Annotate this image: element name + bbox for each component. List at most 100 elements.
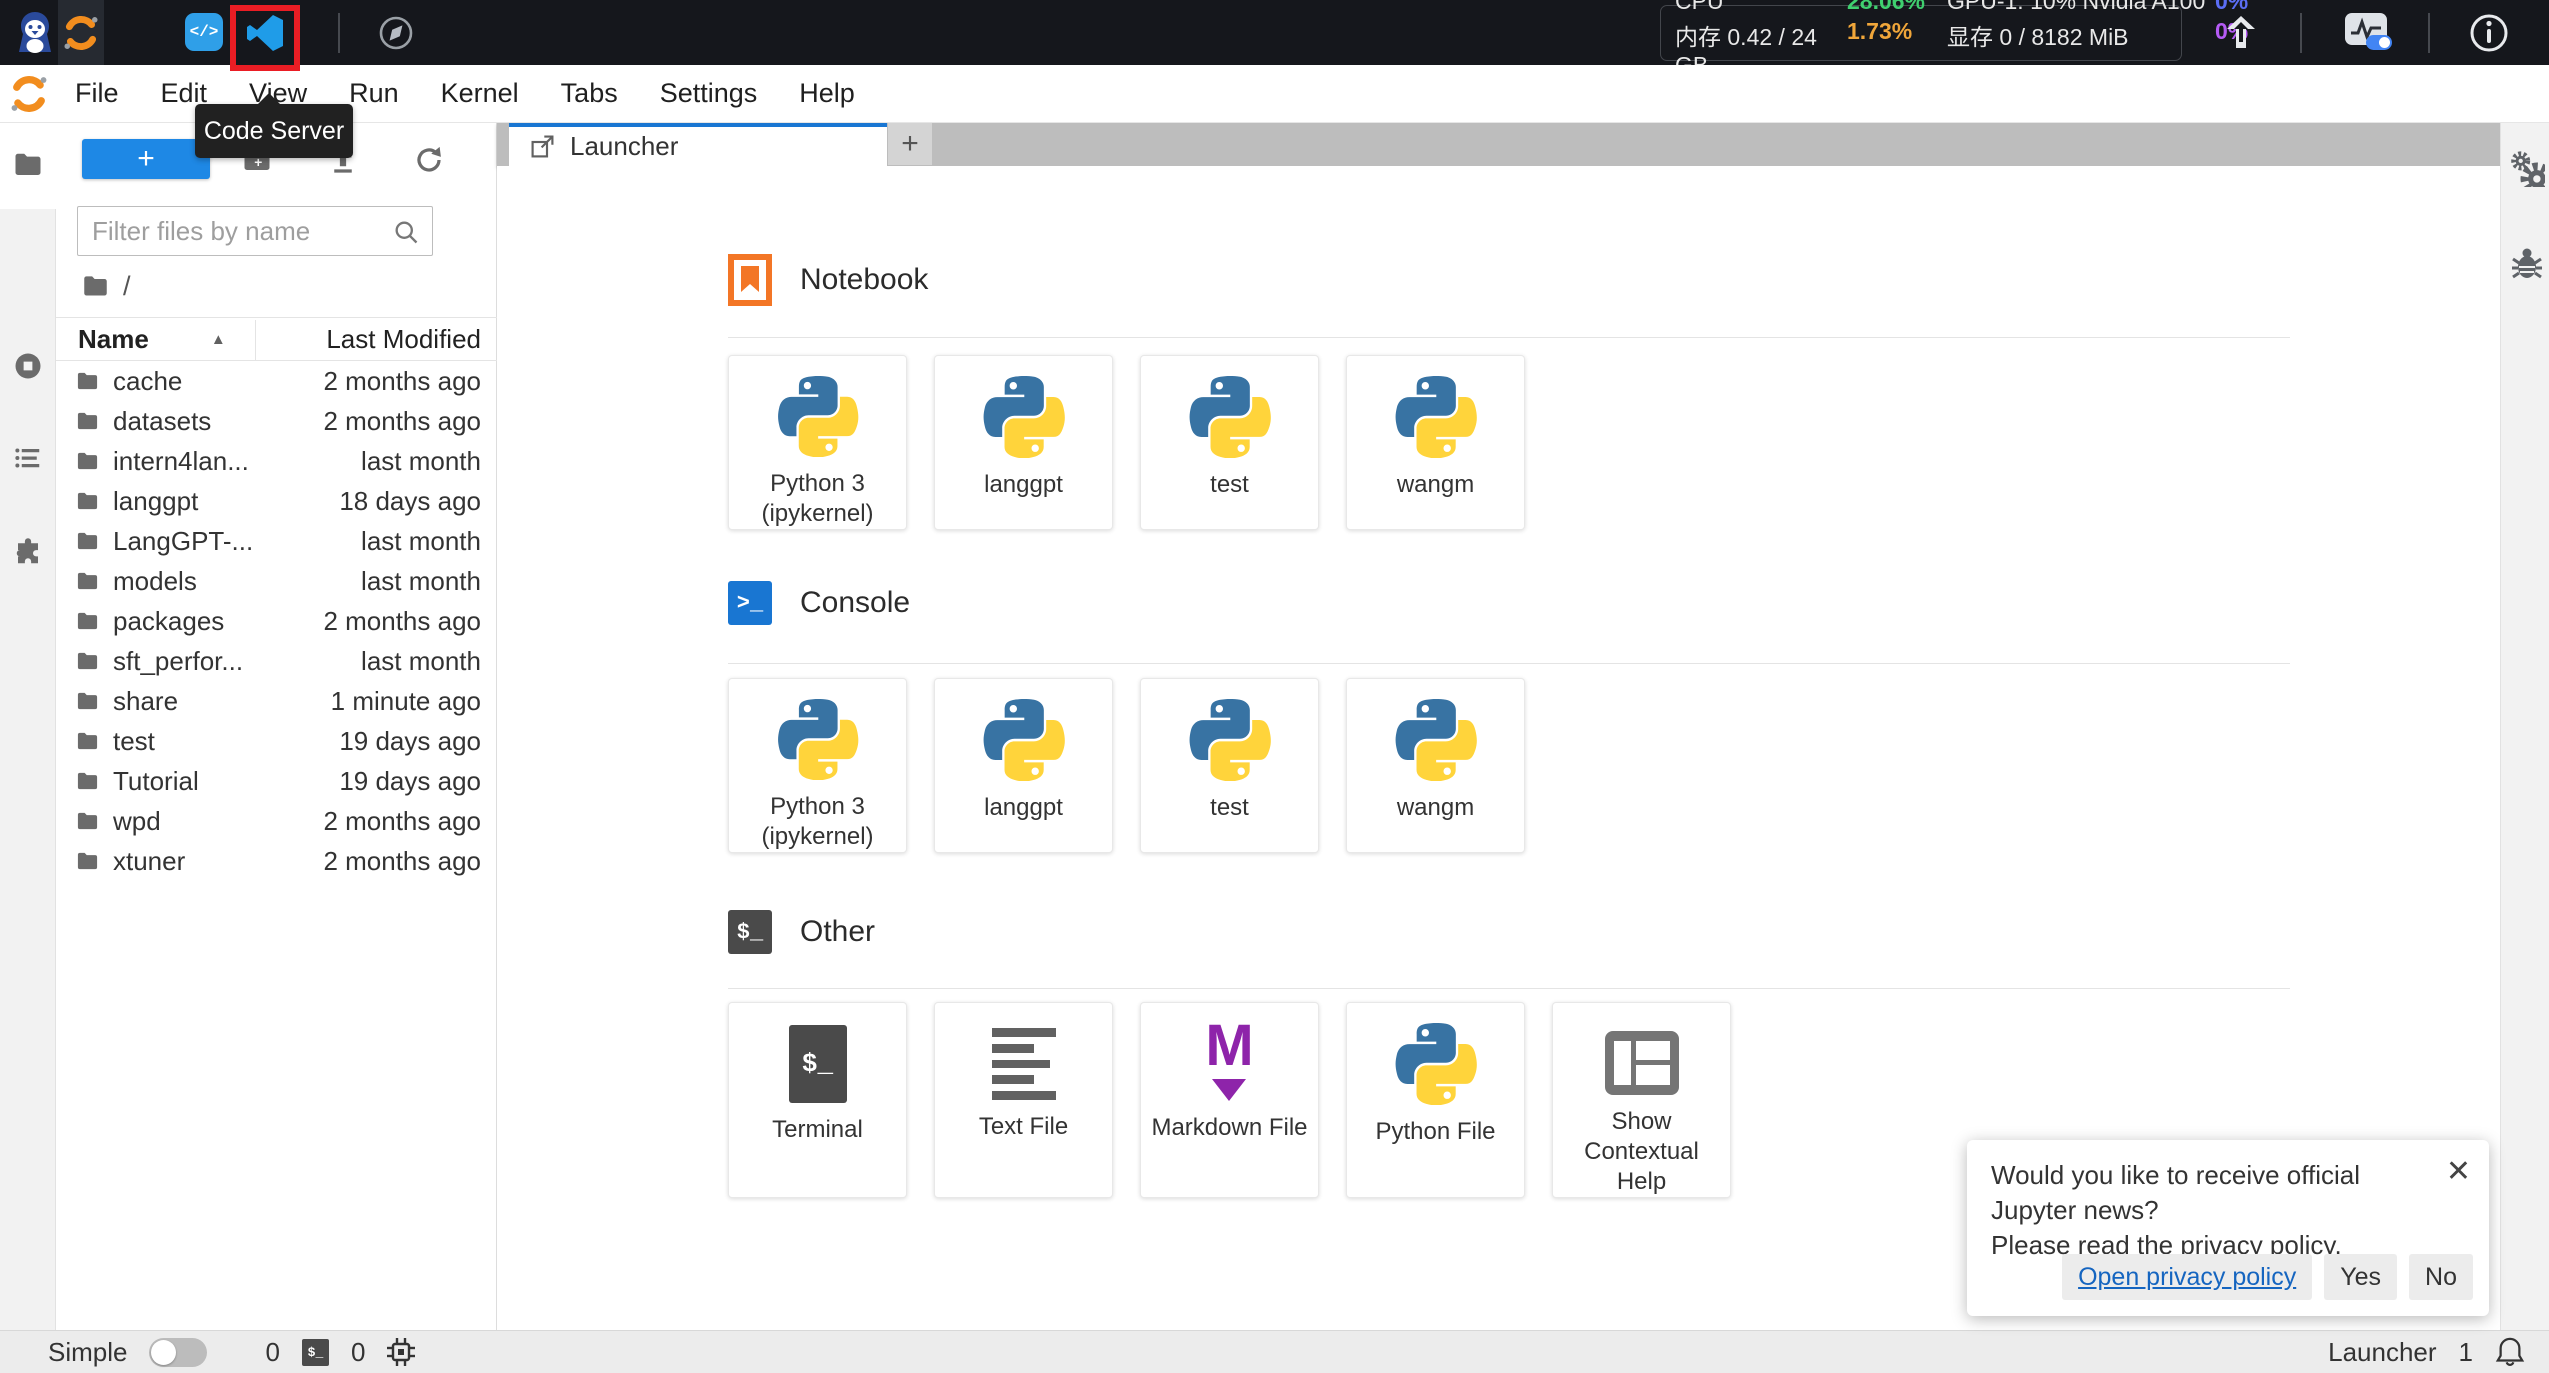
left-activity-bar bbox=[0, 123, 56, 1330]
tab-launcher[interactable]: Launcher bbox=[509, 123, 887, 166]
notification-buttons: Open privacy policy Yes No bbox=[2062, 1254, 2473, 1300]
launcher-card-notebook-python3[interactable]: Python 3 (ipykernel) bbox=[728, 355, 907, 530]
new-launcher-button[interactable]: + bbox=[82, 139, 210, 179]
running-sessions-icon[interactable] bbox=[13, 351, 43, 381]
folder-icon bbox=[76, 530, 99, 553]
filter-files-box bbox=[77, 206, 433, 256]
debugger-icon[interactable] bbox=[2511, 245, 2543, 281]
file-row-test[interactable]: test19 days ago bbox=[56, 721, 497, 761]
terminal-icon: $_ bbox=[789, 1025, 847, 1103]
tab-launcher-label: Launcher bbox=[570, 131, 678, 162]
file-row-datasets[interactable]: datasets2 months ago bbox=[56, 401, 497, 441]
tooltip-arrow bbox=[257, 93, 281, 105]
gpu-label: GPU-1: 10% Nvidia A100 bbox=[1947, 0, 2215, 15]
launcher-card-show-contextual-help[interactable]: Show Contextual Help bbox=[1552, 1002, 1731, 1198]
file-row-tutorial[interactable]: Tutorial19 days ago bbox=[56, 761, 497, 801]
folder-icon bbox=[76, 570, 99, 593]
filter-files-input[interactable] bbox=[78, 207, 432, 255]
new-tab-button[interactable]: + bbox=[888, 123, 932, 165]
yes-button[interactable]: Yes bbox=[2324, 1254, 2397, 1300]
table-of-contents-icon[interactable] bbox=[13, 443, 43, 473]
property-inspector-icon[interactable] bbox=[2509, 151, 2545, 187]
file-row-intern4lan[interactable]: intern4lan...last month bbox=[56, 441, 497, 481]
close-icon[interactable]: ✕ bbox=[2446, 1154, 2471, 1189]
sort-ascending-icon[interactable]: ▲ bbox=[211, 331, 226, 348]
compass-button[interactable] bbox=[376, 13, 416, 58]
python-icon bbox=[777, 699, 859, 780]
file-row-models[interactable]: modelslast month bbox=[56, 561, 497, 601]
compass-icon bbox=[376, 13, 416, 53]
file-row-xtuner[interactable]: xtuner2 months ago bbox=[56, 841, 497, 881]
menu-help[interactable]: Help bbox=[778, 78, 876, 109]
menu-file[interactable]: File bbox=[54, 78, 140, 109]
jupyterlab-window: </> CPU 28.06% GPU-1: 10% Nvidia A100 0%… bbox=[0, 0, 2549, 1373]
code-glyph: </> bbox=[190, 23, 219, 41]
monitor-toggle-button[interactable] bbox=[2345, 13, 2387, 45]
launcher-card-notebook-test[interactable]: test bbox=[1140, 355, 1319, 530]
home-folder-icon[interactable] bbox=[82, 273, 109, 300]
terminal-icon: $_ bbox=[728, 910, 772, 954]
file-row-sft-perfor[interactable]: sft_perfor...last month bbox=[56, 641, 497, 681]
menu-tabs[interactable]: Tabs bbox=[540, 78, 639, 109]
column-name[interactable]: Name bbox=[78, 324, 149, 355]
jupyterlab-logo-icon bbox=[10, 75, 48, 113]
launcher-card-notebook-wangm[interactable]: wangm bbox=[1346, 355, 1525, 530]
menu-settings[interactable]: Settings bbox=[639, 78, 779, 109]
breadcrumb-path[interactable]: / bbox=[123, 271, 131, 302]
no-button[interactable]: No bbox=[2409, 1254, 2473, 1300]
folder-icon bbox=[76, 610, 99, 633]
terminal-status-icon[interactable]: $_ bbox=[302, 1339, 329, 1366]
launcher-card-text-file[interactable]: Text File bbox=[934, 1002, 1113, 1198]
info-icon bbox=[2468, 12, 2510, 54]
internstudio-logo-button[interactable] bbox=[58, 0, 104, 65]
file-row-packages[interactable]: packages2 months ago bbox=[56, 601, 497, 641]
monitor-toggle-icon bbox=[2345, 13, 2387, 45]
cpu-label: CPU bbox=[1675, 0, 1847, 15]
simple-mode-label: Simple bbox=[48, 1337, 127, 1368]
info-button[interactable] bbox=[2468, 12, 2510, 59]
launcher-card-console-langgpt[interactable]: langgpt bbox=[934, 678, 1113, 853]
launcher-card-console-wangm[interactable]: wangm bbox=[1346, 678, 1525, 853]
menu-kernel[interactable]: Kernel bbox=[420, 78, 540, 109]
bell-icon[interactable] bbox=[2495, 1336, 2525, 1368]
vscode-highlight-box bbox=[230, 5, 300, 71]
launcher-card-notebook-langgpt[interactable]: langgpt bbox=[934, 355, 1113, 530]
resource-monitor[interactable]: CPU 28.06% GPU-1: 10% Nvidia A100 0% 内存 … bbox=[1660, 5, 2182, 61]
folder-icon bbox=[76, 770, 99, 793]
notification-count: 1 bbox=[2459, 1337, 2473, 1368]
topbar-divider bbox=[338, 13, 340, 53]
column-last-modified[interactable]: Last Modified bbox=[326, 324, 481, 355]
python-icon bbox=[1189, 376, 1271, 458]
kernel-status-icon[interactable] bbox=[385, 1336, 417, 1368]
file-browser-icon[interactable] bbox=[13, 150, 43, 180]
upgrade-button[interactable] bbox=[2222, 14, 2260, 57]
console-cards: Python 3 (ipykernel) langgpt test wangm bbox=[728, 678, 1525, 853]
section-divider bbox=[728, 988, 2290, 989]
launcher-card-console-python3[interactable]: Python 3 (ipykernel) bbox=[728, 678, 907, 853]
file-row-wpd[interactable]: wpd2 months ago bbox=[56, 801, 497, 841]
simple-mode-toggle[interactable] bbox=[149, 1338, 207, 1367]
folder-icon bbox=[76, 730, 99, 753]
code-server-button[interactable]: </> bbox=[185, 13, 223, 51]
python-icon bbox=[1395, 699, 1477, 781]
status-right: Launcher 1 bbox=[2328, 1336, 2525, 1368]
open-privacy-policy-link[interactable]: Open privacy policy bbox=[2062, 1254, 2312, 1300]
file-row-cache[interactable]: cache2 months ago bbox=[56, 361, 497, 401]
file-list: cache2 months ago datasets2 months ago i… bbox=[56, 361, 497, 881]
file-row-langgpt2[interactable]: LangGPT-...last month bbox=[56, 521, 497, 561]
section-divider bbox=[728, 337, 2290, 338]
python-icon bbox=[983, 699, 1065, 781]
plus-glyph: + bbox=[137, 142, 155, 176]
extension-manager-icon[interactable] bbox=[13, 537, 43, 567]
folder-icon bbox=[76, 690, 99, 713]
launcher-card-terminal[interactable]: $_ Terminal bbox=[728, 1002, 907, 1198]
file-row-langgpt[interactable]: langgpt18 days ago bbox=[56, 481, 497, 521]
file-row-share[interactable]: share1 minute ago bbox=[56, 681, 497, 721]
launcher-card-console-test[interactable]: test bbox=[1140, 678, 1319, 853]
app-logo-icon[interactable] bbox=[12, 10, 58, 61]
launcher-card-markdown-file[interactable]: M Markdown File bbox=[1140, 1002, 1319, 1198]
topbar: </> CPU 28.06% GPU-1: 10% Nvidia A100 0%… bbox=[0, 0, 2549, 65]
section-notebook-title: Notebook bbox=[800, 263, 928, 297]
refresh-button[interactable] bbox=[414, 145, 444, 175]
launcher-card-python-file[interactable]: Python File bbox=[1346, 1002, 1525, 1198]
